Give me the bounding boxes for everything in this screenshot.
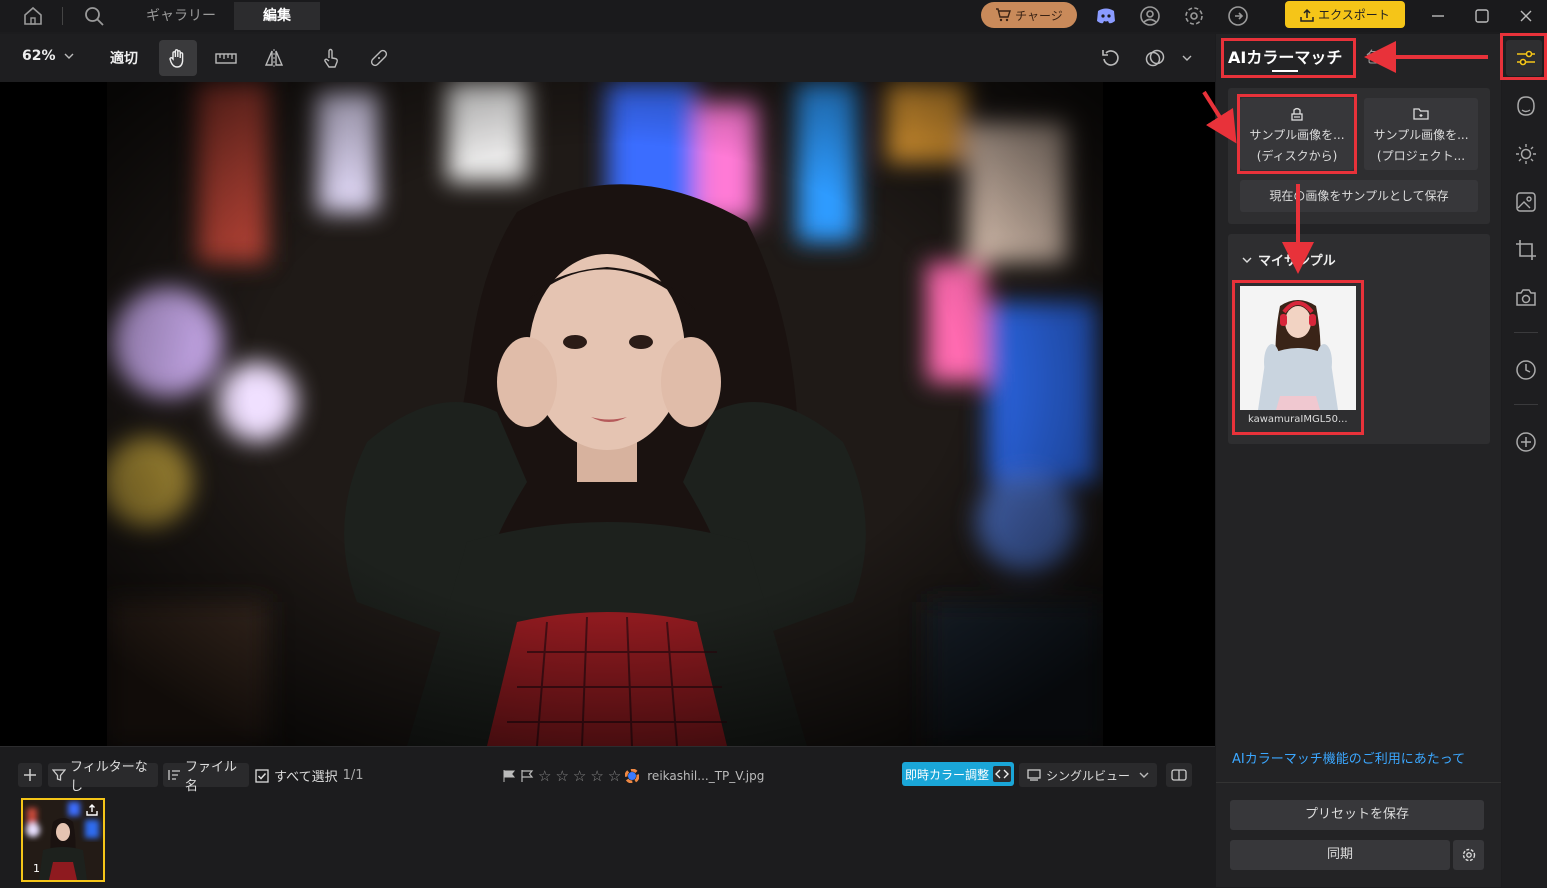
touch-icon[interactable] xyxy=(312,40,350,76)
instant-color-label: 即時カラー調整 xyxy=(905,767,990,782)
chevron-down-icon xyxy=(1139,772,1149,778)
compare-icon xyxy=(1144,47,1166,69)
filmstrip-thumbnail[interactable]: 1 xyxy=(21,798,105,882)
hand-tool-icon[interactable] xyxy=(159,40,197,76)
image-effect-icon[interactable] xyxy=(1514,190,1538,214)
logout-icon[interactable] xyxy=(1226,4,1250,28)
tab-tone[interactable]: 色調 xyxy=(1366,46,1396,67)
selection-count: 1/1 xyxy=(342,768,364,783)
chevron-down-icon xyxy=(1242,257,1252,263)
add-circle-icon[interactable] xyxy=(1514,430,1538,454)
star-icon[interactable]: ☆ xyxy=(573,767,586,785)
sort-dropdown[interactable]: ファイル名 xyxy=(163,760,249,794)
instant-color-toggle[interactable]: 即時カラー調整 xyxy=(902,762,1014,786)
divider xyxy=(1216,782,1501,783)
bandage-icon[interactable] xyxy=(360,40,398,76)
crop-icon[interactable] xyxy=(1514,238,1538,262)
sync-button[interactable]: 同期 xyxy=(1230,840,1450,870)
charge-button[interactable]: チャージ xyxy=(981,2,1077,28)
highlight-ai-color-match-tab xyxy=(1221,38,1356,78)
divider xyxy=(62,7,63,25)
add-button[interactable] xyxy=(18,763,42,787)
view-mode-dropdown[interactable]: シングルビュー xyxy=(1019,763,1157,787)
thumbnail-index: 1 xyxy=(33,862,40,875)
brightness-icon[interactable] xyxy=(1514,142,1538,166)
select-all-label: すべて選択 xyxy=(274,770,338,785)
filter-icon xyxy=(52,768,66,782)
compare-menu[interactable] xyxy=(1140,40,1196,76)
split-view-icon xyxy=(1171,769,1187,781)
highlight-sample-from-disk xyxy=(1237,94,1357,174)
tab-edit[interactable]: 編集 xyxy=(234,2,320,30)
filmstrip-bar: フィルターなし ファイル名 すべて選択 1/1 ☆ ☆ ☆ ☆ ☆ reikas… xyxy=(0,746,1215,888)
sample-project-line1: サンプル画像を... xyxy=(1373,128,1469,142)
sync-settings-button[interactable] xyxy=(1453,840,1484,870)
plus-icon xyxy=(23,768,37,782)
split-view-button[interactable] xyxy=(1166,763,1192,787)
close-icon[interactable] xyxy=(1514,4,1538,28)
star-icon[interactable]: ☆ xyxy=(538,767,551,785)
select-all-checkbox[interactable]: すべて選択 1/1 xyxy=(255,766,364,785)
upload-icon xyxy=(85,803,99,817)
charge-label: チャージ xyxy=(1015,8,1063,23)
chevron-down-icon xyxy=(1182,55,1192,61)
star-icon[interactable]: ☆ xyxy=(608,767,621,785)
sort-icon xyxy=(167,768,181,782)
maximize-icon[interactable] xyxy=(1470,4,1494,28)
my-samples-header[interactable]: マイサンプル xyxy=(1242,250,1336,269)
rating-controls: ☆ ☆ ☆ ☆ ☆ reikashil..._TP_V.jpg xyxy=(502,767,764,785)
title-bar: ギャラリー 編集 チャージ エクスポート xyxy=(0,0,1547,32)
sample-from-project-button[interactable]: サンプル画像を... (プロジェクト... xyxy=(1364,98,1478,170)
export-button[interactable]: エクスポート xyxy=(1285,1,1405,28)
cart-icon xyxy=(995,8,1012,22)
export-label: エクスポート xyxy=(1318,8,1390,22)
star-icon[interactable]: ☆ xyxy=(555,767,568,785)
ruler-icon[interactable] xyxy=(207,40,245,76)
single-view-icon xyxy=(1027,769,1041,781)
undo-icon[interactable] xyxy=(1092,40,1130,76)
star-icon[interactable]: ☆ xyxy=(590,767,603,785)
filter-dropdown[interactable]: フィルターなし xyxy=(48,760,158,794)
flag-icon[interactable] xyxy=(502,769,516,783)
sample-project-line2: (プロジェクト... xyxy=(1376,149,1466,163)
home-icon[interactable] xyxy=(21,4,45,28)
image-viewport xyxy=(0,82,1215,746)
history-clock-icon[interactable] xyxy=(1514,358,1538,382)
discord-icon[interactable] xyxy=(1094,4,1118,28)
upload-icon xyxy=(1300,8,1314,22)
settings-gear-icon[interactable] xyxy=(1182,4,1206,28)
tab-gallery[interactable]: ギャラリー xyxy=(132,2,230,30)
filter-label: フィルターなし xyxy=(70,760,148,794)
reject-flag-icon[interactable] xyxy=(520,769,534,783)
edited-photo[interactable] xyxy=(107,82,1103,746)
fit-button[interactable]: 適切 xyxy=(110,48,138,68)
minimize-icon[interactable] xyxy=(1426,4,1450,28)
flip-icon[interactable] xyxy=(255,40,293,76)
code-toggle-icon xyxy=(993,766,1011,782)
current-filename: reikashil..._TP_V.jpg xyxy=(647,769,765,783)
project-folder-icon xyxy=(1413,106,1429,122)
ai-color-match-info-link[interactable]: AIカラーマッチ機能のご利用にあたって xyxy=(1232,748,1465,767)
divider xyxy=(1514,404,1538,405)
gear-icon xyxy=(1461,847,1477,863)
my-samples-label: マイサンプル xyxy=(1258,254,1336,269)
search-icon[interactable] xyxy=(82,4,106,28)
highlight-adjust-icon xyxy=(1500,33,1547,80)
portrait-face-icon[interactable] xyxy=(1514,94,1538,118)
color-label-icon[interactable] xyxy=(625,769,640,783)
divider xyxy=(1514,332,1538,333)
save-preset-button[interactable]: プリセットを保存 xyxy=(1230,800,1484,830)
zoom-dropdown[interactable]: 62% xyxy=(22,48,74,64)
save-current-as-sample-button[interactable]: 現在の画像をサンプルとして保存 xyxy=(1240,180,1478,212)
account-icon[interactable] xyxy=(1138,4,1162,28)
zoom-value: 62% xyxy=(22,48,56,64)
camera-icon[interactable] xyxy=(1514,286,1538,310)
sort-label: ファイル名 xyxy=(185,760,238,794)
highlight-my-sample xyxy=(1232,280,1364,435)
right-icon-bar xyxy=(1502,34,1547,887)
edit-toolbar: 62% 適切 xyxy=(0,34,1215,82)
view-label: シングルビュー xyxy=(1046,768,1131,783)
checkbox-icon xyxy=(255,768,269,783)
chevron-down-icon xyxy=(64,53,74,59)
